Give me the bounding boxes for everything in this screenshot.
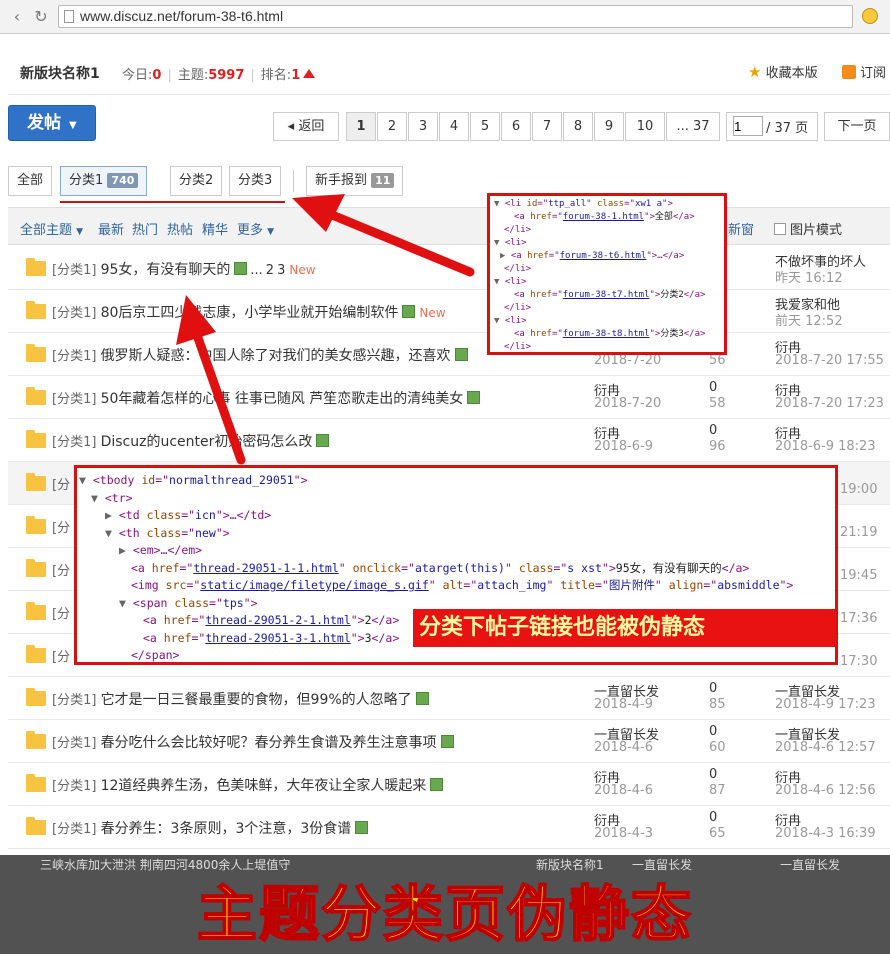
arrow-to-thread: [176, 295, 246, 465]
arrows-overlay: [176, 194, 475, 465]
caption-text: 主题分类页伪静态: [196, 879, 693, 951]
arrow-to-tabs: [292, 194, 475, 277]
